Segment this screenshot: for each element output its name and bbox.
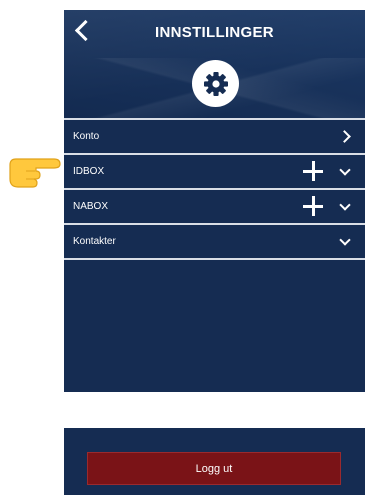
plus-icon[interactable] [303, 161, 323, 181]
logout-button[interactable]: Logg ut [87, 452, 341, 485]
pointing-hand-icon [9, 158, 61, 188]
chevron-down-icon[interactable] [339, 234, 351, 246]
list-item-konto[interactable]: Konto [64, 120, 365, 155]
list-item-nabox[interactable]: NABOX [64, 190, 365, 225]
page-title: INNSTILLINGER [155, 24, 274, 41]
settings-list: Konto IDBOX NABOX Kontakter [64, 118, 365, 260]
list-item-kontakter[interactable]: Kontakter [64, 225, 365, 260]
settings-badge [192, 60, 239, 107]
settings-screen: INNSTILLINGER Konto IDBOX NABOX Kontakte… [64, 10, 365, 392]
list-item-label: NABOX [73, 201, 109, 212]
footer-bar: Logg ut [64, 428, 365, 495]
plus-icon[interactable] [303, 196, 323, 216]
chevron-down-icon[interactable] [339, 164, 351, 176]
chevron-down-icon[interactable] [339, 199, 351, 211]
header: INNSTILLINGER [64, 10, 365, 118]
list-item-idbox[interactable]: IDBOX [64, 155, 365, 190]
list-item-label: Kontakter [73, 236, 116, 247]
list-item-label: IDBOX [73, 166, 105, 177]
gear-icon [203, 71, 228, 96]
chevron-right-icon [338, 130, 351, 143]
list-item-label: Konto [73, 131, 100, 142]
